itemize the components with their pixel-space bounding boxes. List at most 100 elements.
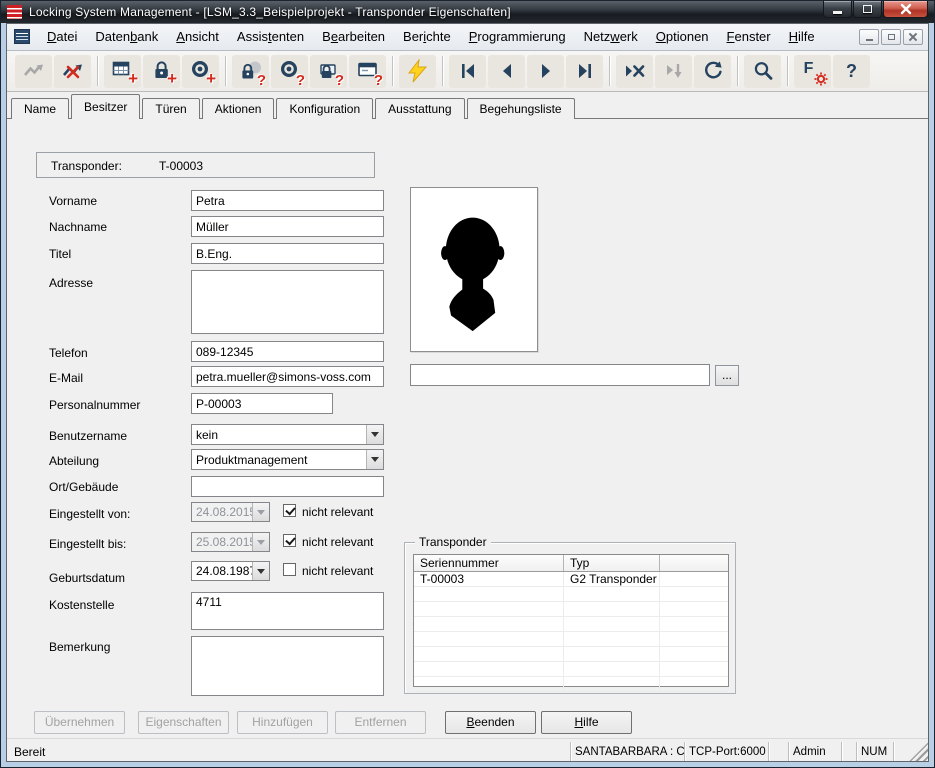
tab-aktionen[interactable]: Aktionen bbox=[202, 98, 275, 119]
column-header-empty[interactable] bbox=[660, 555, 728, 571]
eingestellt-von-nicht-relevant-checkbox[interactable] bbox=[283, 504, 296, 517]
restore-icon bbox=[863, 5, 872, 13]
tab-name[interactable]: Name bbox=[11, 98, 69, 119]
vorname-input[interactable] bbox=[191, 190, 384, 211]
adresse-label: Adresse bbox=[49, 276, 93, 290]
read-transponder-button[interactable]: ? bbox=[271, 55, 308, 88]
mdi-minimize-button[interactable] bbox=[859, 29, 879, 45]
hinzufuegen-button[interactable]: Hinzufügen bbox=[237, 711, 328, 734]
transponder-label: Transponder: bbox=[51, 159, 122, 173]
menu-item-ansicht[interactable]: Ansicht bbox=[167, 26, 228, 48]
download-icon bbox=[662, 59, 686, 83]
table-empty-row bbox=[414, 602, 728, 617]
vorname-label: Vorname bbox=[49, 194, 97, 208]
menu-item-datenbank[interactable]: Datenbank bbox=[86, 26, 167, 48]
telefon-input[interactable] bbox=[191, 341, 384, 362]
chevron-down-icon[interactable] bbox=[252, 503, 269, 521]
eingestellt-bis-label: Eingestellt bis: bbox=[49, 537, 126, 551]
menu-item-netzwerk[interactable]: Netzwerk bbox=[575, 26, 647, 48]
mdi-close-button[interactable] bbox=[903, 29, 923, 45]
titel-input[interactable] bbox=[191, 243, 384, 264]
programming-button[interactable] bbox=[399, 55, 436, 88]
menu-item-assistenten[interactable]: Assistenten bbox=[228, 26, 313, 48]
download-button[interactable] bbox=[655, 55, 692, 88]
title-bar: Locking System Management - [LSM_3.3_Bei… bbox=[1, 1, 934, 23]
nav-next-button[interactable] bbox=[527, 55, 564, 88]
menu-item-programmierung[interactable]: Programmierung bbox=[460, 26, 575, 48]
eigenschaften-button[interactable]: Eigenschaften bbox=[138, 711, 229, 734]
email-input[interactable] bbox=[191, 366, 384, 387]
refresh-button[interactable] bbox=[694, 55, 731, 88]
minimize-icon bbox=[833, 11, 842, 14]
chevron-down-icon[interactable] bbox=[366, 450, 383, 469]
menu-item-berichte[interactable]: Berichte bbox=[394, 26, 460, 48]
nachname-input[interactable] bbox=[191, 216, 384, 237]
read-lock-button[interactable]: ? bbox=[232, 55, 269, 88]
status-message: Bereit bbox=[6, 745, 570, 759]
resize-grip[interactable] bbox=[909, 742, 929, 762]
beenden-button[interactable]: Beenden bbox=[445, 711, 536, 734]
tab-konfiguration[interactable]: Konfiguration bbox=[276, 98, 373, 119]
connect-button[interactable] bbox=[15, 55, 52, 88]
restore-button[interactable] bbox=[853, 1, 882, 18]
benutzername-select[interactable]: kein bbox=[191, 424, 384, 445]
search-button[interactable] bbox=[744, 55, 781, 88]
mdi-document-icon[interactable] bbox=[14, 29, 30, 44]
question-badge-icon: ? bbox=[335, 73, 344, 88]
filter-settings-button[interactable]: F bbox=[794, 55, 831, 88]
eingestellt-bis-nicht-relevant-checkbox[interactable] bbox=[283, 534, 296, 547]
tab-ausstattung[interactable]: Ausstattung bbox=[375, 98, 464, 119]
read-window-button[interactable]: ? bbox=[349, 55, 386, 88]
kostenstelle-input[interactable]: 4711 bbox=[191, 592, 384, 630]
tab-begehungsliste[interactable]: Begehungsliste bbox=[467, 98, 575, 119]
chevron-down-icon[interactable] bbox=[366, 425, 383, 444]
nav-previous-button[interactable] bbox=[488, 55, 525, 88]
menu-item-fenster[interactable]: Fenster bbox=[718, 26, 780, 48]
chevron-down-icon[interactable] bbox=[252, 562, 269, 580]
ort-gebaeude-input[interactable] bbox=[191, 476, 384, 497]
menu-item-optionen[interactable]: Optionen bbox=[647, 26, 718, 48]
nav-last-button[interactable] bbox=[566, 55, 603, 88]
cancel-programming-button[interactable] bbox=[616, 55, 653, 88]
menu-item-datei[interactable]: Datei bbox=[38, 26, 86, 48]
menu-item-bearbeiten[interactable]: Bearbeiten bbox=[313, 26, 394, 48]
photo-path-input[interactable] bbox=[410, 364, 710, 386]
new-lock-button[interactable]: + bbox=[143, 55, 180, 88]
mdi-restore-icon bbox=[888, 34, 895, 40]
tab-besitzer[interactable]: Besitzer bbox=[71, 94, 140, 119]
help-button[interactable]: ? bbox=[833, 55, 870, 88]
table-row[interactable]: T-00003 G2 Transponder bbox=[414, 572, 728, 587]
nav-first-button[interactable] bbox=[449, 55, 486, 88]
geburtsdatum-date[interactable]: 24.08.1987 bbox=[191, 561, 270, 581]
browse-photo-button[interactable]: ... bbox=[715, 365, 739, 386]
status-bar: Bereit SANTABARBARA : COM9 TCP-Port:6000… bbox=[6, 738, 929, 764]
column-header-seriennummer[interactable]: Seriennummer bbox=[414, 555, 564, 571]
read-lock-data-button[interactable]: ? bbox=[310, 55, 347, 88]
new-transponder-button[interactable]: + bbox=[182, 55, 219, 88]
bemerkung-input[interactable] bbox=[191, 636, 384, 696]
eingestellt-von-date[interactable]: 24.08.2015 bbox=[191, 502, 270, 522]
tab-tueren[interactable]: Türen bbox=[142, 98, 199, 119]
abteilung-select[interactable]: Produktmanagement bbox=[191, 449, 384, 470]
question-badge-icon: ? bbox=[374, 73, 383, 88]
eingestellt-bis-date[interactable]: 25.08.2015 bbox=[191, 532, 270, 552]
mdi-restore-button[interactable] bbox=[881, 29, 901, 45]
disconnect-button[interactable] bbox=[54, 55, 91, 88]
toolbar-separator bbox=[97, 56, 98, 86]
minimize-button[interactable] bbox=[823, 1, 852, 18]
adresse-input[interactable] bbox=[191, 270, 384, 334]
column-header-typ[interactable]: Typ bbox=[564, 555, 660, 571]
menu-item-hilfe[interactable]: Hilfe bbox=[780, 26, 824, 48]
entfernen-button[interactable]: Entfernen bbox=[335, 711, 426, 734]
chevron-down-icon[interactable] bbox=[252, 533, 269, 551]
new-locking-system-button[interactable]: + bbox=[104, 55, 141, 88]
plus-badge-icon: + bbox=[128, 70, 138, 87]
app-window: Locking System Management - [LSM_3.3_Bei… bbox=[0, 0, 935, 768]
geburtsdatum-nicht-relevant-checkbox[interactable] bbox=[283, 563, 296, 576]
uebernehmen-button[interactable]: Übernehmen bbox=[34, 711, 125, 734]
hilfe-button[interactable]: Hilfe bbox=[541, 711, 632, 734]
plus-badge-icon: + bbox=[167, 70, 177, 87]
benutzername-label: Benutzername bbox=[49, 429, 127, 443]
personalnummer-input[interactable] bbox=[191, 393, 333, 414]
close-button[interactable] bbox=[883, 1, 928, 18]
